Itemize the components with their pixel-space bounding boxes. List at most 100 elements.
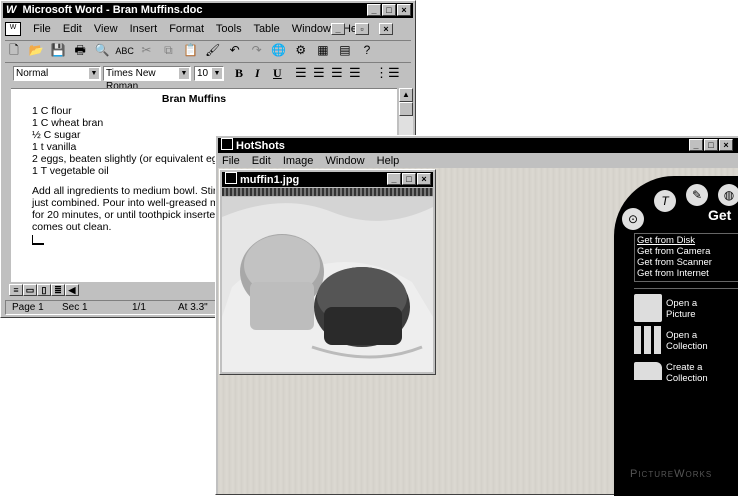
word-app-icon: W xyxy=(6,4,17,16)
get-from-disk[interactable]: Get from Disk xyxy=(637,235,738,246)
underline-button[interactable]: U xyxy=(273,66,282,81)
chevron-down-icon[interactable]: ▼ xyxy=(212,68,222,79)
print-icon[interactable]: 🖶 xyxy=(71,41,89,59)
numbering-icon[interactable]: ⋮☰ xyxy=(375,65,400,81)
scroll-up-icon[interactable]: ▲ xyxy=(399,88,413,102)
menu-help[interactable]: Help xyxy=(377,155,400,167)
italic-button[interactable]: I xyxy=(255,66,260,81)
cut-icon[interactable]: ✂ xyxy=(137,41,155,59)
justify-icon[interactable]: ☰ xyxy=(349,65,361,81)
align-center-icon[interactable]: ☰ xyxy=(313,65,325,81)
close-icon[interactable]: × xyxy=(397,4,411,16)
minimize-icon[interactable]: _ xyxy=(689,139,703,151)
get-options-list: Get from Disk Get from Camera Get from S… xyxy=(634,233,738,282)
text-tab-icon[interactable]: T xyxy=(654,190,676,212)
doc-icon[interactable]: W xyxy=(5,22,21,37)
menu-window[interactable]: Window xyxy=(292,23,331,35)
bold-button[interactable]: B xyxy=(235,66,243,81)
maximize-icon[interactable]: □ xyxy=(704,139,718,151)
status-position: At 3.3" xyxy=(178,302,208,313)
spelling-icon[interactable]: ABC xyxy=(115,42,134,60)
help-icon[interactable]: ? xyxy=(358,41,376,59)
image-window: muffin1.jpg _ □ × xyxy=(219,169,436,375)
globe-tab-icon[interactable]: ◍ xyxy=(718,184,738,206)
open-picture-action[interactable]: Open a Picture xyxy=(634,294,738,324)
new-icon[interactable]: 🗋 xyxy=(5,41,23,59)
redo-icon[interactable]: ↷ xyxy=(248,41,266,59)
word-title-bar[interactable]: W Microsoft Word - Bran Muffins.doc _ □ × xyxy=(3,3,413,18)
menu-insert[interactable]: Insert xyxy=(130,23,158,35)
create-collection-label-2: Collection xyxy=(666,373,708,384)
get-from-internet[interactable]: Get from Internet xyxy=(637,268,738,279)
ingredient-line: 1 C flour xyxy=(32,105,72,117)
copy-icon[interactable]: ⧉ xyxy=(159,41,177,59)
close-icon[interactable]: × xyxy=(417,173,431,185)
open-collection-action[interactable]: Open a Collection xyxy=(634,326,738,356)
menu-view[interactable]: View xyxy=(94,23,118,35)
doc-minimize-icon[interactable]: _ xyxy=(331,23,345,35)
status-section: Sec 1 xyxy=(62,302,88,313)
menu-image[interactable]: Image xyxy=(283,155,314,167)
format-painter-icon[interactable]: 🖌 xyxy=(204,41,222,59)
get-panel: ⊙ T ✎ ◍ Get Get from Disk Get from Camer… xyxy=(614,176,738,496)
scroll-thumb[interactable] xyxy=(399,102,413,116)
doc-close-icon[interactable]: × xyxy=(379,23,393,35)
tables-icon[interactable]: ▦ xyxy=(314,41,332,59)
web-toolbar-icon[interactable]: ⚙ xyxy=(292,41,310,59)
hotshots-menu-bar: File Edit Image Window Help xyxy=(222,154,408,168)
minimize-icon[interactable]: _ xyxy=(387,173,401,185)
undo-icon[interactable]: ↶ xyxy=(226,41,244,59)
hyperlink-icon[interactable]: 🌐 xyxy=(270,41,288,59)
close-icon[interactable]: × xyxy=(719,139,733,151)
maximize-icon[interactable]: □ xyxy=(382,4,396,16)
minimize-icon[interactable]: _ xyxy=(367,4,381,16)
align-right-icon[interactable]: ☰ xyxy=(331,65,343,81)
ingredient-line: 1 C wheat bran xyxy=(32,117,104,129)
hotshots-title-bar[interactable]: HotShots _ □ × xyxy=(218,138,738,153)
outline-view-icon[interactable]: ≣ xyxy=(51,284,65,296)
open-icon[interactable]: 📂 xyxy=(27,41,45,59)
menu-edit[interactable]: Edit xyxy=(63,23,82,35)
menu-file[interactable]: File xyxy=(222,155,240,167)
image-file-icon xyxy=(225,172,237,184)
chevron-down-icon[interactable]: ▼ xyxy=(179,68,189,79)
menu-tools[interactable]: Tools xyxy=(216,23,242,35)
scroll-left-icon[interactable]: ◀ xyxy=(65,284,79,296)
menu-edit[interactable]: Edit xyxy=(252,155,271,167)
standard-toolbar: 🗋 📂 💾 🖶 🔍 ABC ✂ ⧉ 📋 🖌 ↶ ↷ 🌐 ⚙ ▦ ▤ ? xyxy=(5,40,411,61)
word-title-text: Microsoft Word - Bran Muffins.doc xyxy=(22,4,203,16)
menu-file[interactable]: File xyxy=(33,23,51,35)
get-from-camera[interactable]: Get from Camera xyxy=(637,246,738,257)
web-view-icon[interactable]: ▭ xyxy=(23,284,37,296)
camera-tab-icon[interactable]: ⊙ xyxy=(622,208,644,230)
open-collection-label-2: Collection xyxy=(666,341,708,352)
grid-icon xyxy=(634,326,662,354)
style-select[interactable]: Normal ▼ xyxy=(13,66,101,81)
insert-table-icon[interactable]: ▤ xyxy=(336,41,354,59)
status-pages: 1/1 xyxy=(132,302,146,313)
font-select[interactable]: Times New Roman ▼ xyxy=(103,66,191,92)
doc-restore-icon[interactable]: ▫ xyxy=(355,23,369,35)
menu-window[interactable]: Window xyxy=(325,155,364,167)
maximize-icon[interactable]: □ xyxy=(402,173,416,185)
get-from-scanner[interactable]: Get from Scanner xyxy=(637,257,738,268)
normal-view-icon[interactable]: ≡ xyxy=(9,284,23,296)
hotshots-title-text: HotShots xyxy=(236,140,285,152)
folder-icon xyxy=(634,362,662,380)
save-icon[interactable]: 💾 xyxy=(49,41,67,59)
image-window-title-bar[interactable]: muffin1.jpg _ □ × xyxy=(222,172,433,187)
paste-icon[interactable]: 📋 xyxy=(182,41,200,59)
text-cursor xyxy=(32,235,44,245)
word-menu-bar: W File Edit View Insert Format Tools Tab… xyxy=(5,21,411,37)
page-view-icon[interactable]: ▯ xyxy=(37,284,51,296)
size-select[interactable]: 10 ▼ xyxy=(194,66,224,81)
formatting-toolbar: Normal ▼ Times New Roman ▼ 10 ▼ B I U ☰ … xyxy=(5,62,411,92)
chevron-down-icon[interactable]: ▼ xyxy=(89,68,99,79)
edit-tab-icon[interactable]: ✎ xyxy=(686,184,708,206)
menu-table[interactable]: Table xyxy=(253,23,279,35)
menu-format[interactable]: Format xyxy=(169,23,204,35)
print-preview-icon[interactable]: 🔍 xyxy=(93,41,111,59)
size-select-value: 10 xyxy=(197,68,209,79)
create-collection-action[interactable]: Create a Collection xyxy=(634,358,738,388)
align-left-icon[interactable]: ☰ xyxy=(295,65,307,81)
